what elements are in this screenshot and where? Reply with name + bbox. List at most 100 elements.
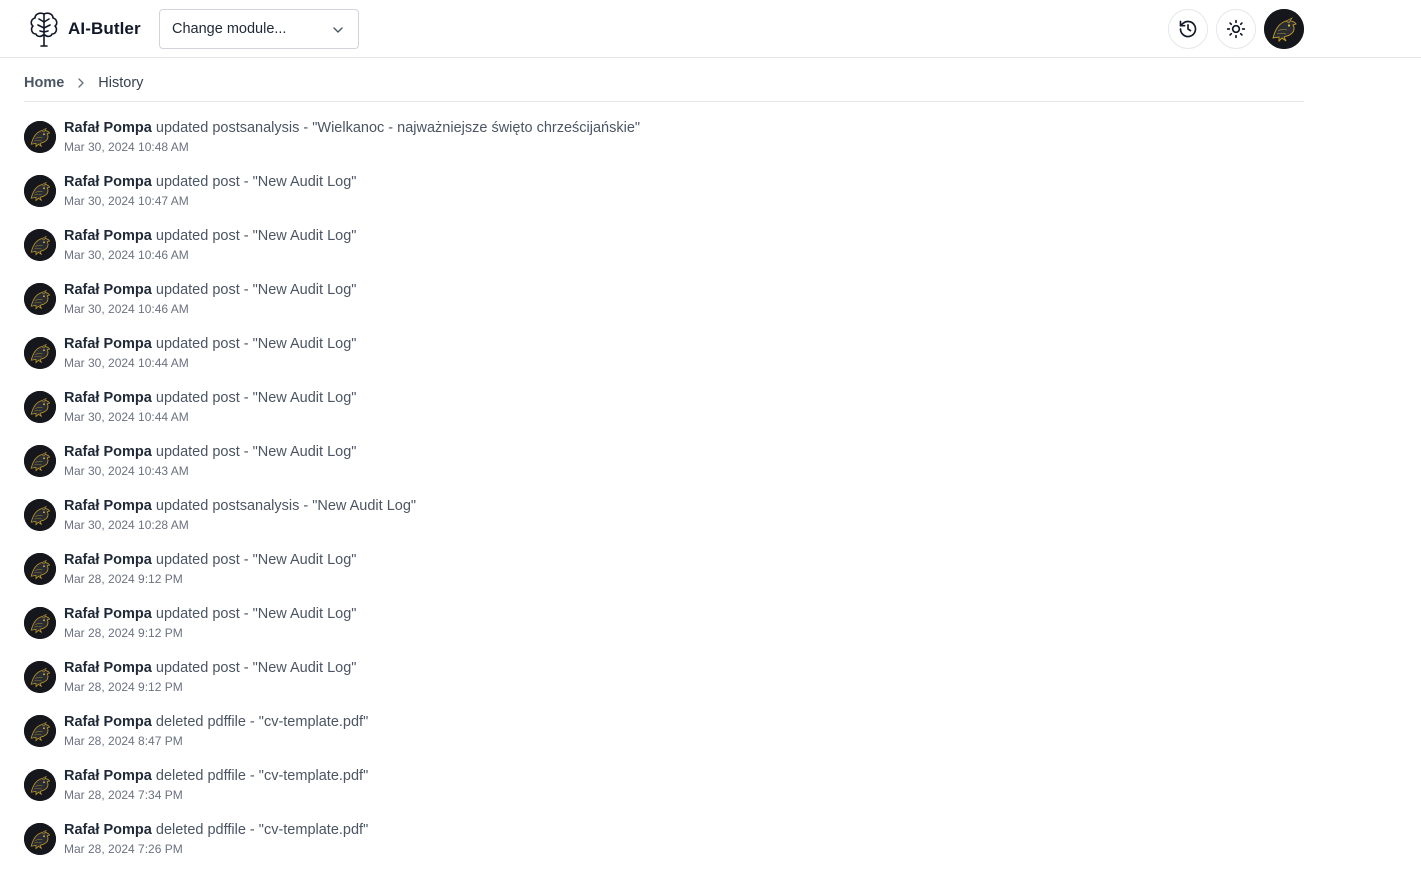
entry-action: updated post - "New Audit Log" — [155, 552, 357, 568]
sun-icon — [1226, 19, 1246, 39]
entry-action: updated post - "New Audit Log" — [155, 444, 357, 460]
entry-user[interactable]: Rafał Pompa — [64, 606, 152, 622]
entry-action: updated post - "New Audit Log" — [155, 606, 357, 622]
entry-timestamp: Mar 30, 2024 10:44 AM — [64, 356, 189, 370]
entry-timestamp: Mar 30, 2024 10:46 AM — [64, 248, 189, 262]
chevron-down-icon — [333, 27, 343, 33]
history-entry: Rafał Pompa updated postsanalysis - "Wie… — [24, 116, 1304, 170]
entry-description: Rafał Pompa updated post - "New Audit Lo… — [64, 335, 356, 353]
entry-avatar[interactable] — [24, 661, 56, 693]
module-select-value: Change module... — [172, 21, 287, 37]
user-avatar-icon — [24, 391, 56, 423]
app-brand[interactable]: AI-Butler — [28, 9, 141, 49]
entry-description: Rafał Pompa updated post - "New Audit Lo… — [64, 173, 356, 191]
entry-user[interactable]: Rafał Pompa — [64, 660, 152, 676]
history-entry: Rafał Pompa updated post - "New Audit Lo… — [24, 278, 1304, 332]
entry-description: Rafał Pompa updated post - "New Audit Lo… — [64, 389, 356, 407]
entry-action: updated post - "New Audit Log" — [155, 336, 357, 352]
user-avatar-button[interactable] — [1264, 9, 1304, 49]
entry-user[interactable]: Rafał Pompa — [64, 390, 152, 406]
entry-avatar[interactable] — [24, 715, 56, 747]
entry-timestamp: Mar 28, 2024 9:12 PM — [64, 680, 183, 694]
entry-avatar[interactable] — [24, 553, 56, 585]
breadcrumb: Home History — [24, 70, 1304, 102]
entry-timestamp: Mar 28, 2024 7:26 PM — [64, 842, 183, 856]
user-avatar-icon — [24, 661, 56, 693]
history-clock-icon — [1179, 20, 1197, 38]
entry-avatar[interactable] — [24, 769, 56, 801]
top-bar: AI-Butler Change module... — [0, 0, 1421, 58]
user-avatar-icon — [24, 121, 56, 153]
entry-timestamp: Mar 28, 2024 9:12 PM — [64, 626, 183, 640]
entry-action: updated postsanalysis - "New Audit Log" — [155, 498, 417, 514]
entry-user[interactable]: Rafał Pompa — [64, 498, 152, 514]
entry-timestamp: Mar 30, 2024 10:44 AM — [64, 410, 189, 424]
entry-timestamp: Mar 28, 2024 8:47 PM — [64, 734, 183, 748]
module-select[interactable]: Change module... — [159, 9, 359, 49]
entry-user[interactable]: Rafał Pompa — [64, 282, 152, 298]
theme-toggle-button[interactable] — [1216, 9, 1256, 49]
history-button[interactable] — [1168, 9, 1208, 49]
entry-user[interactable]: Rafał Pompa — [64, 714, 152, 730]
user-avatar-icon — [24, 499, 56, 531]
history-entry: Rafał Pompa updated post - "New Audit Lo… — [24, 332, 1304, 386]
entry-action: deleted pdffile - "cv-template.pdf" — [155, 822, 369, 838]
user-avatar-icon — [24, 229, 56, 261]
user-avatar-icon — [1264, 9, 1304, 49]
user-avatar-icon — [24, 283, 56, 315]
entry-user[interactable]: Rafał Pompa — [64, 228, 152, 244]
user-avatar-icon — [24, 823, 56, 855]
entry-timestamp: Mar 30, 2024 10:43 AM — [64, 464, 189, 478]
entry-description: Rafał Pompa updated postsanalysis - "Wie… — [64, 119, 640, 137]
entry-avatar[interactable] — [24, 175, 56, 207]
entry-action: updated post - "New Audit Log" — [155, 390, 357, 406]
entry-avatar[interactable] — [24, 391, 56, 423]
entry-timestamp: Mar 28, 2024 7:34 PM — [64, 788, 183, 802]
history-entry: Rafał Pompa deleted pdffile - "cv-templa… — [24, 764, 1304, 818]
entry-user[interactable]: Rafał Pompa — [64, 336, 152, 352]
entry-avatar[interactable] — [24, 121, 56, 153]
entry-action: deleted pdffile - "cv-template.pdf" — [155, 714, 369, 730]
entry-description: Rafał Pompa deleted pdffile - "cv-templa… — [64, 767, 368, 785]
entry-avatar[interactable] — [24, 607, 56, 639]
entry-avatar[interactable] — [24, 283, 56, 315]
user-avatar-icon — [24, 445, 56, 477]
entry-avatar[interactable] — [24, 445, 56, 477]
history-entry: Rafał Pompa deleted pdffile - "cv-templa… — [24, 710, 1304, 764]
entry-description: Rafał Pompa deleted pdffile - "cv-templa… — [64, 713, 368, 731]
history-entry: Rafał Pompa deleted pdffile - "cv-templa… — [24, 818, 1304, 872]
history-entry: Rafał Pompa updated post - "New Audit Lo… — [24, 548, 1304, 602]
entry-action: updated post - "New Audit Log" — [155, 282, 357, 298]
user-avatar-icon — [24, 607, 56, 639]
entry-user[interactable]: Rafał Pompa — [64, 822, 152, 838]
entry-user[interactable]: Rafał Pompa — [64, 120, 152, 136]
app-name: AI-Butler — [68, 19, 141, 38]
history-entry: Rafał Pompa updated post - "New Audit Lo… — [24, 440, 1304, 494]
entry-timestamp: Mar 30, 2024 10:46 AM — [64, 302, 189, 316]
entry-avatar[interactable] — [24, 229, 56, 261]
entry-user[interactable]: Rafał Pompa — [64, 552, 152, 568]
entry-description: Rafał Pompa deleted pdffile - "cv-templa… — [64, 821, 368, 839]
entry-description: Rafał Pompa updated post - "New Audit Lo… — [64, 281, 356, 299]
entry-timestamp: Mar 28, 2024 9:12 PM — [64, 572, 183, 586]
entry-action: updated post - "New Audit Log" — [155, 174, 357, 190]
breadcrumb-separator — [64, 70, 98, 96]
entry-avatar[interactable] — [24, 337, 56, 369]
history-entry: Rafał Pompa updated post - "New Audit Lo… — [24, 224, 1304, 278]
user-avatar-icon — [24, 337, 56, 369]
entry-avatar[interactable] — [24, 499, 56, 531]
entry-action: updated postsanalysis - "Wielkanoc - naj… — [155, 120, 641, 136]
entry-user[interactable]: Rafał Pompa — [64, 768, 152, 784]
entry-description: Rafał Pompa updated post - "New Audit Lo… — [64, 551, 356, 569]
entry-user[interactable]: Rafał Pompa — [64, 174, 152, 190]
history-entry: Rafał Pompa updated post - "New Audit Lo… — [24, 656, 1304, 710]
entry-avatar[interactable] — [24, 823, 56, 855]
breadcrumb-home-link[interactable]: Home — [24, 70, 64, 96]
entry-action: deleted pdffile - "cv-template.pdf" — [155, 768, 369, 784]
breadcrumb-current: History — [98, 75, 144, 91]
history-entry: Rafał Pompa updated post - "New Audit Lo… — [24, 602, 1304, 656]
user-avatar-icon — [24, 715, 56, 747]
entry-user[interactable]: Rafał Pompa — [64, 444, 152, 460]
history-entry: Rafał Pompa updated post - "New Audit Lo… — [24, 386, 1304, 440]
user-avatar-icon — [24, 553, 56, 585]
